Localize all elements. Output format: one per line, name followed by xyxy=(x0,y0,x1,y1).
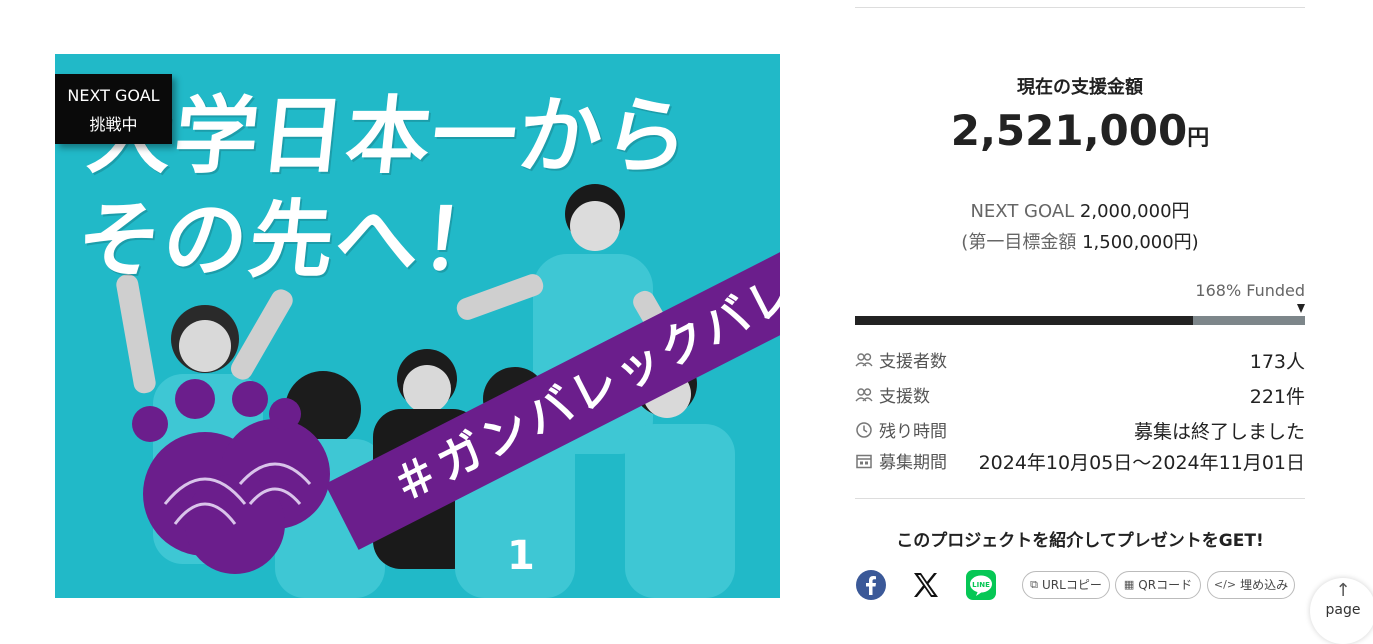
stat-label: 支援者数 xyxy=(879,352,947,372)
embed-button[interactable]: </> 埋め込み xyxy=(1207,571,1295,599)
stat-remaining-time: 残り時間 募集は終了しました xyxy=(855,417,1305,443)
stat-period: 募集期間 2024年10月05日～2024年11月01日 xyxy=(855,448,1305,474)
facebook-icon[interactable] xyxy=(855,569,887,601)
copy-icon: ⧉ xyxy=(1030,578,1039,591)
divider xyxy=(855,498,1305,499)
stat-supporters: 支援者数 173人 xyxy=(855,347,1305,373)
stat-supports: 支援数 221件 xyxy=(855,382,1305,408)
share-title: このプロジェクトを紹介してプレゼントをGET! xyxy=(896,531,1264,551)
page-top-button[interactable]: ↑ page xyxy=(1310,578,1373,644)
next-goal-badge: NEXT GOAL 挑戦中 xyxy=(55,74,172,144)
divider xyxy=(855,7,1305,8)
stat-value: 173人 xyxy=(1249,351,1305,373)
x-icon[interactable] xyxy=(910,569,942,601)
stat-label: 募集期間 xyxy=(879,453,947,473)
badge-line-2: 挑戦中 xyxy=(89,115,138,134)
line-icon-text: LINE xyxy=(972,581,990,589)
people-icon xyxy=(855,387,873,401)
funding-progress-bar xyxy=(855,316,1305,325)
currency-unit: 円 xyxy=(1187,126,1210,151)
qr-label: QRコード xyxy=(1138,578,1193,592)
first-goal: (第一目標金額 1,500,000円) xyxy=(855,228,1305,254)
stat-value: 221件 xyxy=(1249,386,1305,408)
page-top-label: page xyxy=(1325,602,1361,618)
url-copy-label: URLコピー xyxy=(1042,578,1102,592)
goal-marker-icon xyxy=(1297,304,1305,313)
stat-label: 残り時間 xyxy=(879,422,947,442)
progress-fill xyxy=(855,316,1193,325)
stat-value: 募集は終了しました xyxy=(1133,421,1305,443)
calendar-icon xyxy=(856,454,872,468)
badge-line-1: NEXT GOAL xyxy=(67,86,160,105)
first-goal-label: (第一目標金額 xyxy=(961,232,1077,253)
current-amount-value: 2,521,000 xyxy=(950,106,1188,155)
current-amount: 2,521,000円 xyxy=(855,106,1305,155)
first-goal-value: 1,500,000円) xyxy=(1082,232,1199,253)
stat-value: 2024年10月05日～2024年11月01日 xyxy=(978,452,1305,474)
funded-percentage: 168% Funded xyxy=(1195,281,1305,300)
embed-label: 埋め込み xyxy=(1240,578,1289,592)
svg-text:1: 1 xyxy=(507,533,535,579)
next-goal-label: NEXT GOAL xyxy=(970,201,1075,222)
funding-panel: 現在の支援金額 2,521,000円 NEXT GOAL 2,000,000円 … xyxy=(855,0,1305,618)
qr-icon: ▦ xyxy=(1123,578,1135,591)
url-copy-button[interactable]: ⧉ URLコピー xyxy=(1022,571,1110,599)
next-goal: NEXT GOAL 2,000,000円 xyxy=(855,197,1305,223)
arrow-up-icon: ↑ xyxy=(1335,580,1351,601)
clock-icon xyxy=(856,421,872,438)
line-icon[interactable]: LINE xyxy=(965,569,997,601)
project-hero-image: 1 1 大学日本一から そ xyxy=(55,54,780,598)
qr-code-button[interactable]: ▦ QRコード xyxy=(1115,571,1201,599)
current-amount-label: 現在の支援金額 xyxy=(1017,77,1143,98)
code-icon: </> xyxy=(1213,578,1237,591)
people-icon xyxy=(855,352,873,366)
stat-label: 支援数 xyxy=(879,387,930,407)
next-goal-value: 2,000,000円 xyxy=(1079,201,1190,222)
